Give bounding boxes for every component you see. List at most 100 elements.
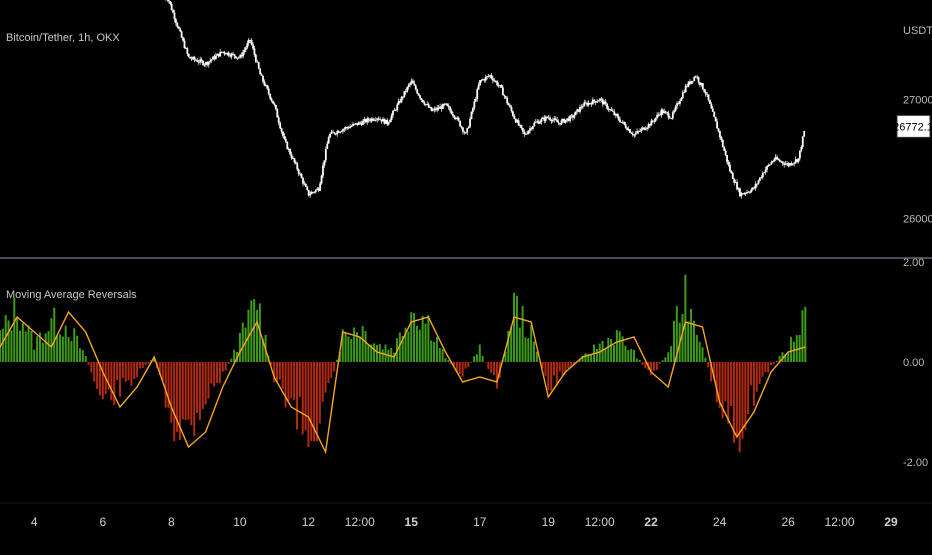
price-candle-body xyxy=(252,44,254,48)
price-candle-body xyxy=(215,56,217,59)
indicator-bar xyxy=(76,336,78,362)
price-candle-body xyxy=(532,126,534,129)
indicator-bar xyxy=(610,339,612,362)
indicator-bar xyxy=(684,275,686,362)
indicator-bar xyxy=(219,362,221,383)
x-tick-label: 12:00 xyxy=(825,515,855,529)
price-candle-body xyxy=(403,91,405,97)
indicator-bar xyxy=(316,362,318,441)
price-candle-body xyxy=(692,81,694,82)
price-candle-body xyxy=(769,164,771,165)
price-candle-body xyxy=(763,172,765,173)
indicator-bar xyxy=(28,325,30,362)
indicator-bar xyxy=(445,358,447,362)
price-candle-body xyxy=(722,140,724,147)
indicator-bar xyxy=(707,362,709,367)
price-candle-body xyxy=(782,162,784,164)
price-candle-body xyxy=(388,122,390,124)
price-tick-label: 26000.0 xyxy=(903,213,932,225)
indicator-bar xyxy=(293,362,295,400)
indicator-bar xyxy=(653,362,655,371)
price-candle-body xyxy=(421,98,423,100)
price-candle-body xyxy=(234,54,236,56)
price-candle-body xyxy=(619,120,621,123)
indicator-bar xyxy=(544,362,546,376)
indicator-bar xyxy=(333,362,335,371)
indicator-bar xyxy=(96,362,98,389)
indicator-bar xyxy=(673,321,675,362)
price-candle-body xyxy=(682,92,684,97)
price-candle-body xyxy=(509,105,511,107)
price-candle-body xyxy=(803,131,805,136)
price-candle-body xyxy=(284,136,286,139)
indicator-bar xyxy=(310,362,312,441)
indicator-bar xyxy=(347,336,349,362)
price-candle-body xyxy=(670,118,672,119)
indicator-bar xyxy=(636,359,638,362)
price-candle-body xyxy=(766,166,768,169)
price-candle-body xyxy=(326,144,328,149)
price-candle-body xyxy=(321,176,323,184)
price-candle-body xyxy=(623,122,625,125)
price-candle-body xyxy=(508,103,510,105)
indicator-bar xyxy=(148,362,150,364)
indicator-bar xyxy=(479,344,481,362)
indicator-bar xyxy=(616,330,618,362)
price-candle-body xyxy=(533,123,535,127)
price-unit-label: USDT xyxy=(903,25,932,37)
x-tick-label: 19 xyxy=(542,515,556,529)
price-candle-body xyxy=(526,134,528,135)
price-candle-body xyxy=(653,121,655,122)
price-candle-body xyxy=(432,110,434,111)
price-candle-body xyxy=(569,116,571,121)
indicator-bar xyxy=(62,336,64,362)
indicator-bar xyxy=(627,350,629,362)
price-candle-body xyxy=(668,113,670,117)
x-tick-label: 12:00 xyxy=(345,515,375,529)
price-candle-body xyxy=(625,124,627,127)
price-candle-body xyxy=(362,121,364,125)
price-candle-body xyxy=(666,112,668,113)
indicator-bar xyxy=(604,349,606,362)
indicator-bar xyxy=(730,362,732,406)
indicator-bar xyxy=(68,337,70,362)
price-candle-body xyxy=(745,193,747,194)
indicator-bar xyxy=(547,362,549,390)
indicator-bar xyxy=(170,362,172,423)
price-candle-body xyxy=(552,120,554,121)
indicator-bar xyxy=(727,362,729,423)
price-candle-body xyxy=(473,101,475,108)
price-candle-body xyxy=(271,98,273,100)
price-candle-body xyxy=(419,96,421,99)
price-candle-body xyxy=(208,62,210,65)
price-candle-body xyxy=(523,132,525,134)
indicator-bar xyxy=(199,362,201,420)
indicator-bar xyxy=(136,362,138,377)
price-candle-body xyxy=(472,108,474,112)
price-candle-body xyxy=(238,57,240,58)
price-candle-body xyxy=(772,161,774,162)
price-candle-body xyxy=(302,178,304,184)
price-candle-body xyxy=(375,120,377,121)
x-tick-label: 29 xyxy=(884,515,898,529)
price-candle-body xyxy=(458,118,460,121)
price-candle-body xyxy=(505,96,507,98)
price-candle-body xyxy=(565,120,567,123)
chart-canvas[interactable]: Bitcoin/Tether, 1h, OKX USDT 27000.02600… xyxy=(0,0,932,550)
price-pane-title: Bitcoin/Tether, 1h, OKX xyxy=(6,32,120,44)
indicator-bar xyxy=(790,337,792,362)
price-candle-body xyxy=(269,94,271,99)
indicator-bar xyxy=(464,362,466,369)
indicator-bar xyxy=(747,362,749,414)
indicator-bar xyxy=(770,362,772,365)
indicator-bar xyxy=(16,318,18,362)
price-candle-body xyxy=(272,101,274,104)
indicator-pane-title: Moving Average Reversals xyxy=(6,289,137,301)
indicator-bar xyxy=(750,362,752,385)
price-candle-body xyxy=(639,131,641,132)
price-candle-body xyxy=(616,114,618,116)
price-candle-body xyxy=(201,59,203,61)
price-candle-body xyxy=(325,149,327,160)
indicator-bar xyxy=(793,342,795,362)
indicator-bar xyxy=(256,310,258,362)
